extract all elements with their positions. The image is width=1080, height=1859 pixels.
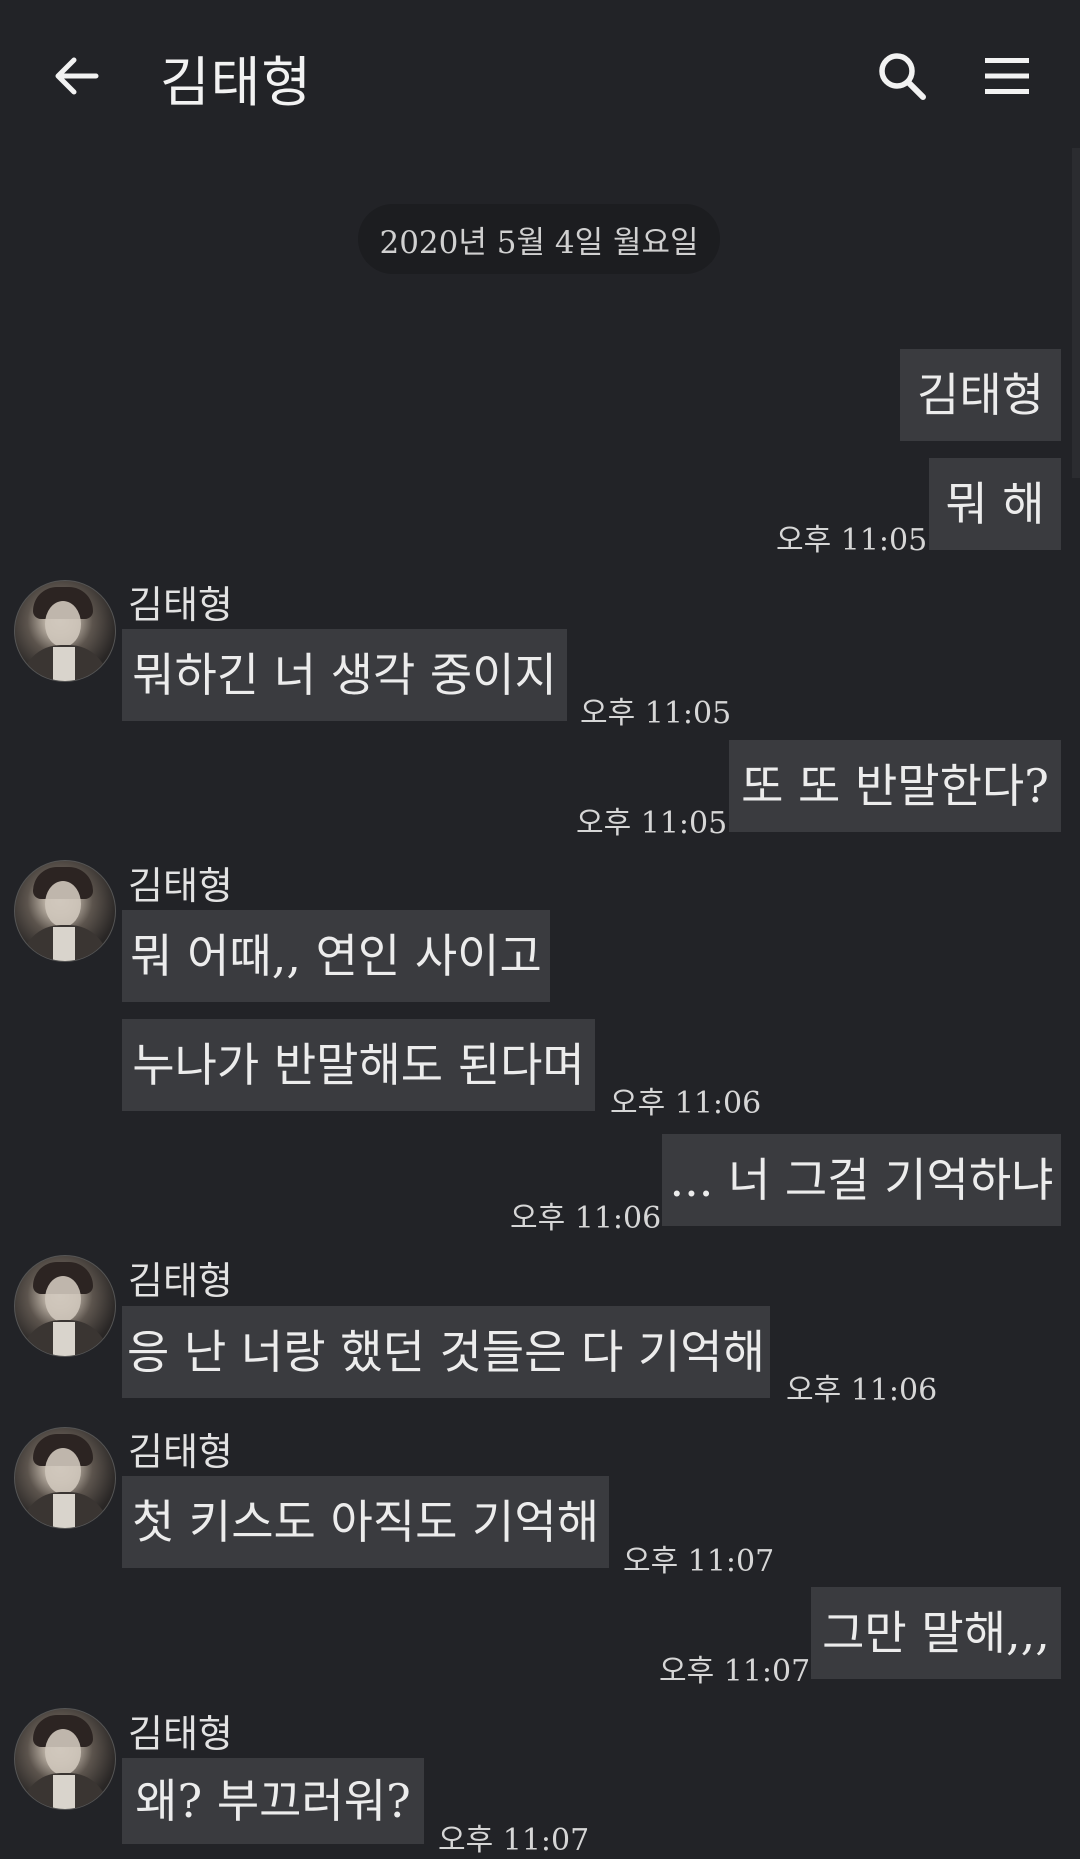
- message-bubble-received[interactable]: 누나가 반말해도 된다며: [122, 1019, 595, 1111]
- message-bubble-received[interactable]: 왜? 부끄러워?: [122, 1758, 424, 1844]
- arrow-left-icon: [55, 57, 99, 95]
- avatar[interactable]: [14, 580, 116, 682]
- message-time: 오후 11:05: [580, 696, 732, 731]
- back-button[interactable]: [44, 44, 108, 108]
- sender-name: 김태형: [128, 1259, 233, 1303]
- top-bar: 김태형: [0, 0, 1080, 150]
- sender-name: 김태형: [128, 864, 233, 908]
- sender-name: 김태형: [128, 583, 233, 627]
- message-time: 오후 11:07: [659, 1654, 811, 1689]
- avatar[interactable]: [14, 1255, 116, 1357]
- message-time: 오후 11:07: [438, 1823, 590, 1858]
- message-bubble-sent[interactable]: 그만 말해,,,: [811, 1587, 1061, 1679]
- sender-name: 김태형: [128, 1712, 233, 1756]
- message-time: 오후 11:06: [610, 1086, 762, 1121]
- message-bubble-sent[interactable]: 또 또 반말한다?: [729, 740, 1061, 832]
- avatar[interactable]: [14, 1427, 116, 1529]
- message-time: 오후 11:05: [576, 806, 728, 841]
- message-bubble-received[interactable]: 뭐 어때,, 연인 사이고: [122, 910, 550, 1002]
- avatar[interactable]: [14, 1708, 116, 1810]
- message-bubble-received[interactable]: 뭐하긴 너 생각 중이지: [122, 629, 567, 721]
- avatar[interactable]: [14, 860, 116, 962]
- message-time: 오후 11:06: [510, 1201, 662, 1236]
- chat-title: 김태형: [160, 51, 313, 114]
- message-bubble-sent[interactable]: 뭐 해: [929, 458, 1061, 550]
- search-icon: [879, 53, 926, 100]
- hamburger-menu-icon: [985, 58, 1029, 94]
- search-button[interactable]: [870, 44, 934, 108]
- scrollbar[interactable]: [1072, 148, 1080, 478]
- message-bubble-received[interactable]: 응 난 너랑 했던 것들은 다 기억해: [122, 1306, 770, 1398]
- message-bubble-sent[interactable]: 김태형: [900, 349, 1061, 441]
- date-divider: 2020년 5월 4일 월요일: [358, 204, 720, 274]
- sender-name: 김태형: [128, 1430, 233, 1474]
- message-bubble-sent[interactable]: ... 너 그걸 기억하냐: [662, 1134, 1061, 1226]
- message-bubble-received[interactable]: 첫 키스도 아직도 기억해: [122, 1476, 609, 1568]
- message-time: 오후 11:07: [623, 1544, 775, 1579]
- message-time: 오후 11:05: [776, 523, 928, 558]
- message-time: 오후 11:06: [786, 1373, 938, 1408]
- menu-button[interactable]: [975, 44, 1039, 108]
